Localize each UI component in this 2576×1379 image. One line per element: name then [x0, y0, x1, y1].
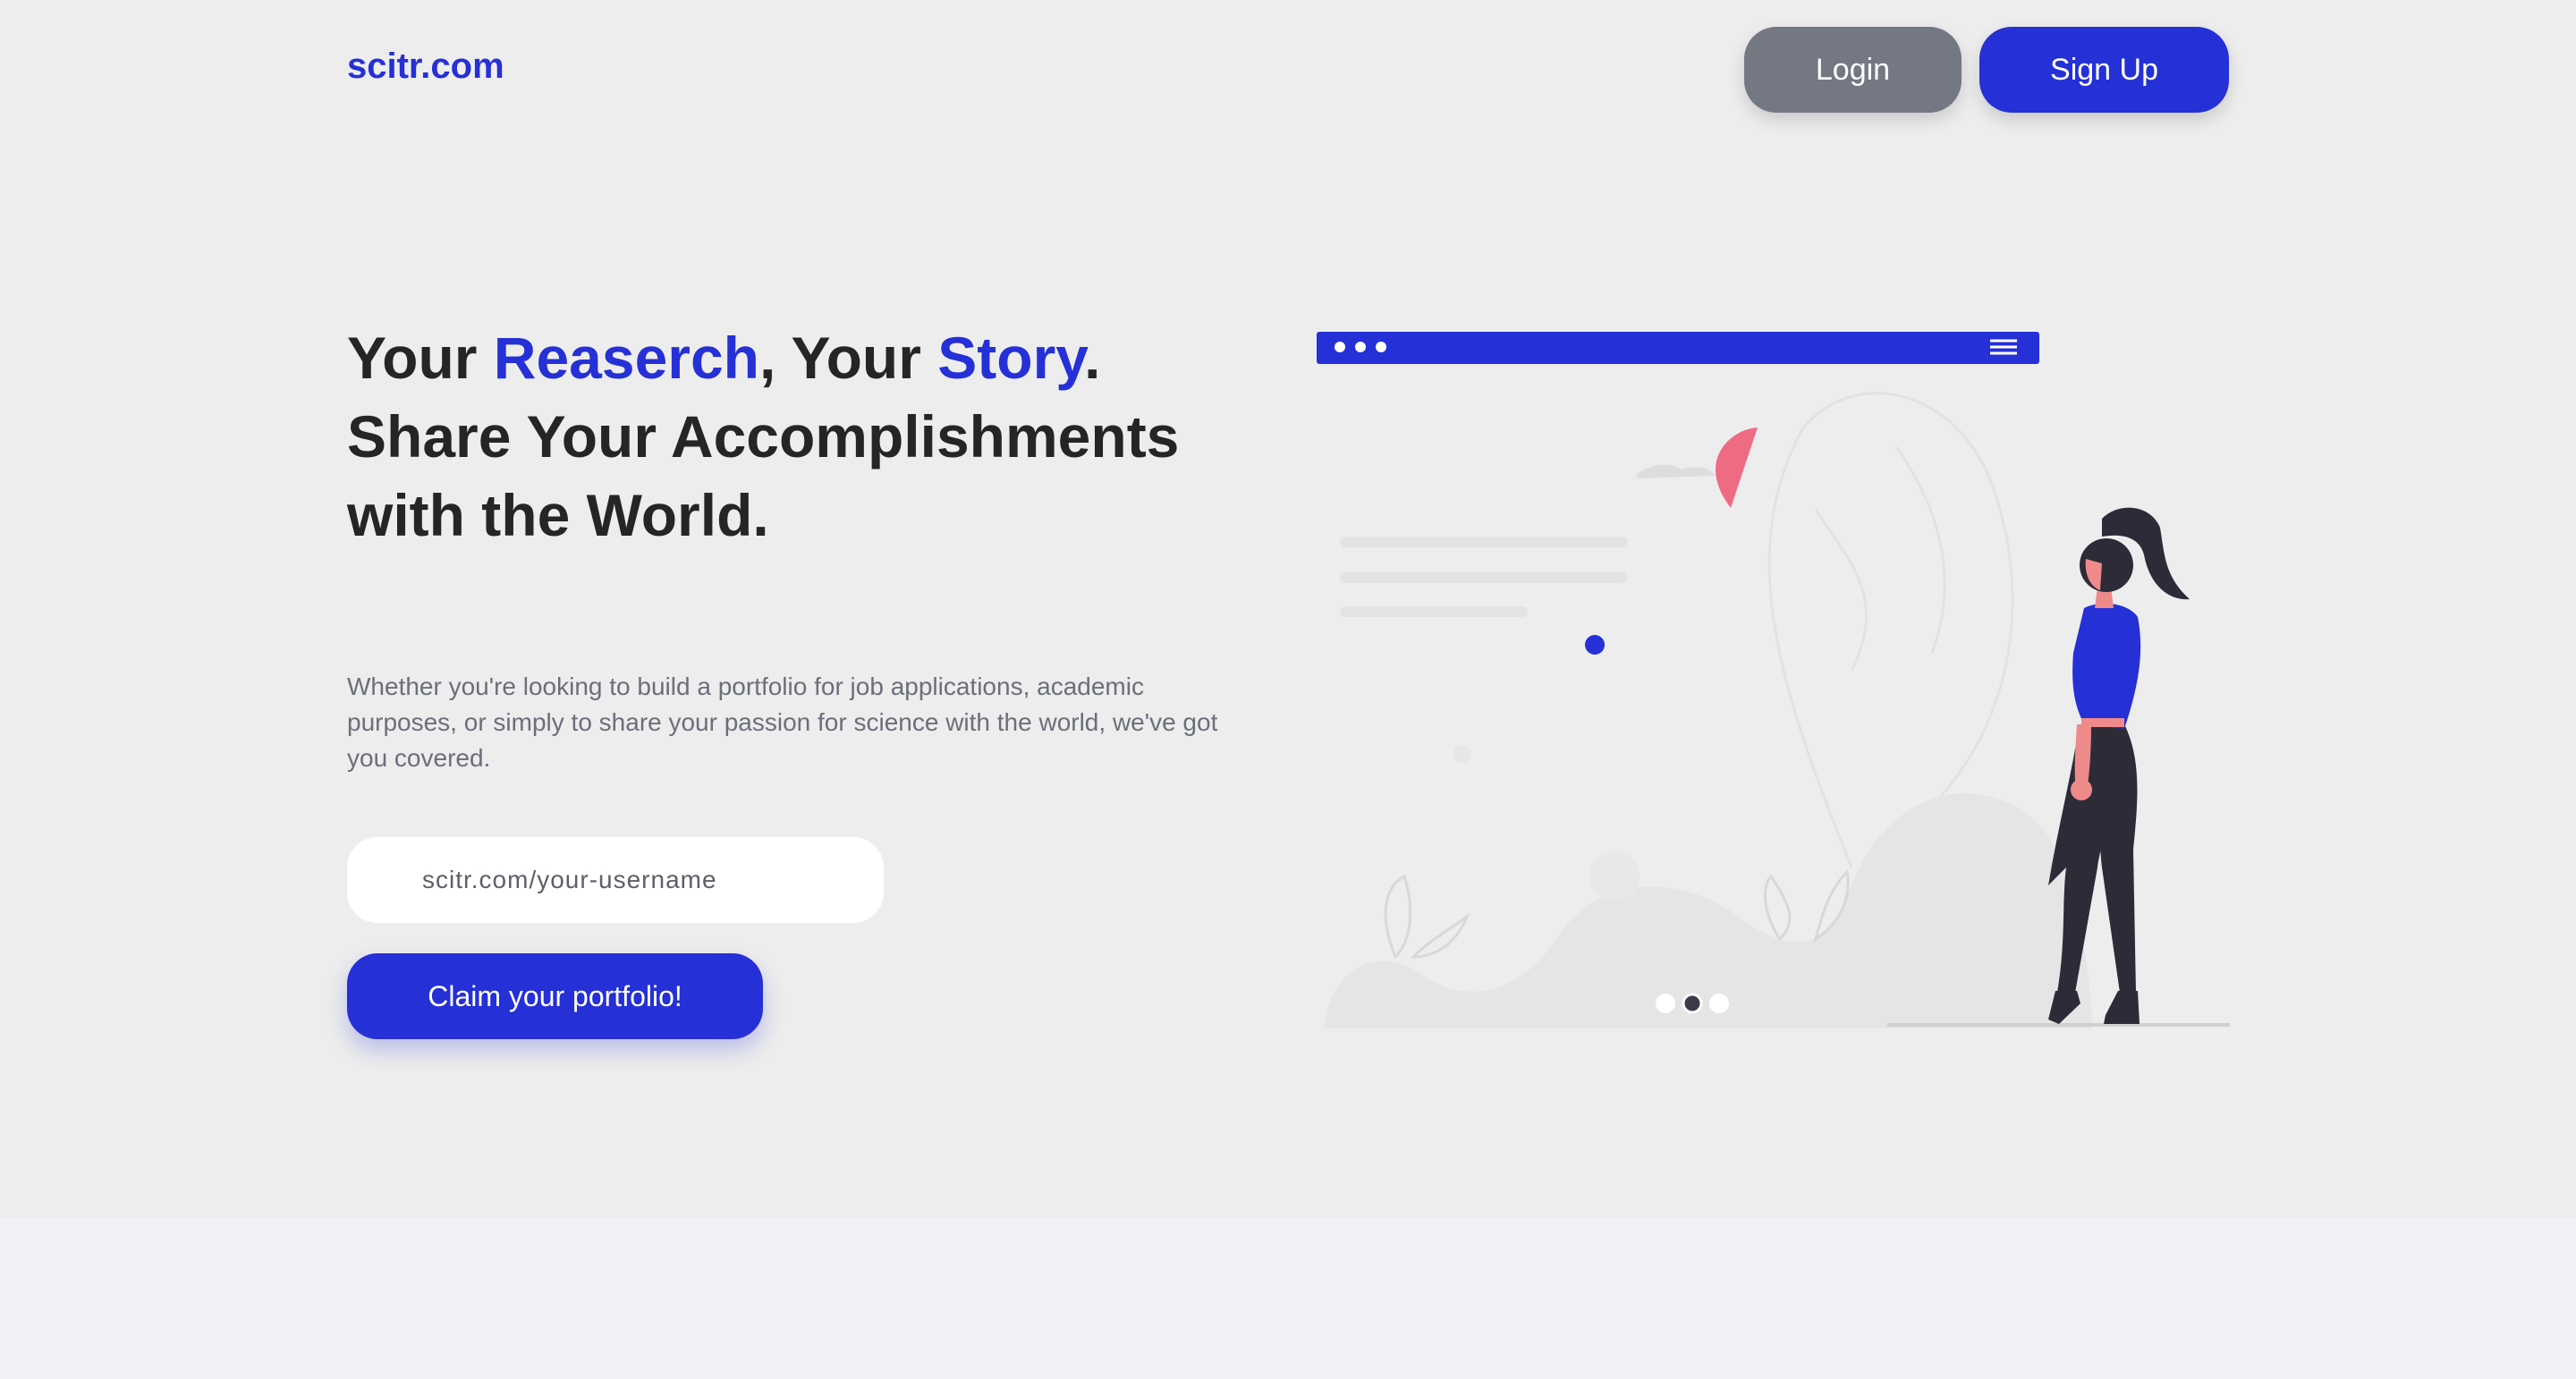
- site-logo[interactable]: scitr.com: [347, 47, 504, 87]
- top-shirt: [2072, 603, 2141, 729]
- username-input[interactable]: [420, 865, 884, 895]
- right-boot: [2104, 991, 2140, 1024]
- carousel-dot[interactable]: [1656, 994, 1675, 1013]
- background-hill: [1324, 793, 2093, 1028]
- headline-text: , Your: [758, 325, 938, 391]
- login-button[interactable]: Login: [1744, 27, 1962, 113]
- hero-headline: Your Reaserch, Your Story. Share Your Acc…: [347, 318, 1241, 554]
- hand: [2071, 779, 2092, 800]
- headline-accent-story: Story: [937, 325, 1085, 391]
- claim-portfolio-button[interactable]: Claim your portfolio!: [347, 953, 763, 1039]
- headline-line-3: with the World.: [347, 482, 769, 548]
- background-dot: [1453, 745, 1471, 763]
- carousel-dot[interactable]: [1709, 994, 1729, 1013]
- face: [2085, 559, 2102, 590]
- right-leg: [2099, 724, 2138, 993]
- sun-shape: [1716, 427, 1758, 508]
- placeholder-line: [1340, 572, 1628, 583]
- woman-figure: [2048, 507, 2190, 1024]
- accent-dot: [1585, 635, 1605, 655]
- cloud-shape: [1637, 464, 1716, 478]
- placeholder-line: [1340, 537, 1628, 547]
- window-control-icon: [1335, 342, 1345, 352]
- below-fold-section: [0, 1218, 2576, 1379]
- headline-accent-research: Reaserch: [493, 325, 759, 391]
- headline-text: .: [1084, 325, 1101, 391]
- headline-line-2: Share Your Accomplishments: [347, 403, 1180, 470]
- window-control-icon: [1376, 342, 1386, 352]
- carousel-dot-active[interactable]: [1682, 993, 1703, 1014]
- username-field-wrapper: [347, 837, 884, 923]
- hero-illustration: [1317, 332, 2230, 1028]
- headline-text: Your: [347, 325, 494, 391]
- browser-window-bar: [1317, 332, 2039, 364]
- hero-subtitle: Whether you're looking to build a portfo…: [347, 673, 1218, 772]
- signup-button[interactable]: Sign Up: [1979, 27, 2229, 113]
- hero-section: scitr.com Login Sign Up Your Reaserch, Y…: [0, 0, 2576, 1218]
- background-dot: [1589, 851, 1640, 901]
- placeholder-line: [1340, 606, 1528, 617]
- window-control-icon: [1355, 342, 1366, 352]
- waist-band: [2081, 718, 2124, 727]
